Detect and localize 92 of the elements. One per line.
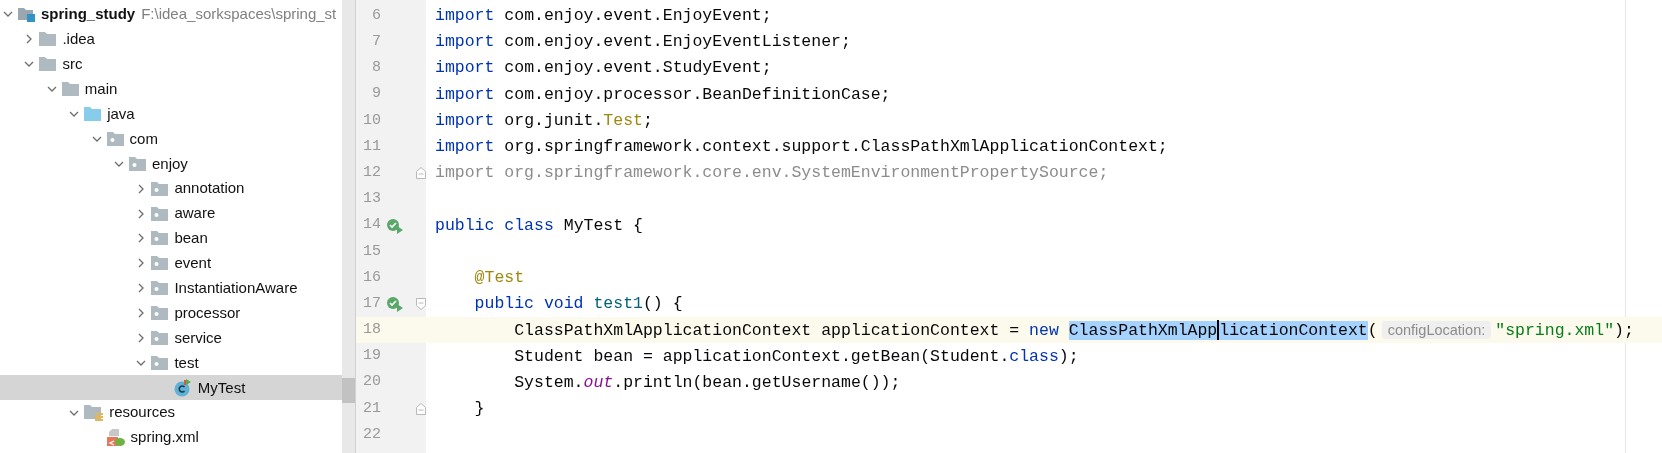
- package-folder-icon: [106, 131, 124, 146]
- class-icon: [173, 378, 192, 397]
- line-number: 22: [362, 424, 381, 445]
- line-number: 19: [362, 346, 381, 367]
- line-number: 11: [362, 136, 381, 157]
- tree-item-label: main: [84, 78, 118, 99]
- folder-icon: [61, 82, 79, 97]
- tree-item-label: bean: [174, 228, 208, 249]
- code-line: Student bean = applicationContext.getBean(Student.class);: [513, 345, 1079, 368]
- code-line: System.out.println(bean.getUsername());: [513, 371, 901, 394]
- tree-item-label: event: [174, 253, 212, 274]
- parameter-hint: configLocation:: [1381, 320, 1492, 339]
- tree-row[interactable]: .idea: [0, 26, 342, 52]
- run-test-icon[interactable]: [386, 217, 404, 234]
- line-number: 15: [362, 241, 381, 262]
- folder-icon: [39, 57, 57, 72]
- tree-item-label: java: [107, 103, 135, 124]
- line-number: 14: [362, 215, 381, 236]
- folder-icon: [84, 107, 102, 121]
- code-line: import org.springframework.core.env.SystemEnvironmentPropertySource;: [435, 162, 1109, 185]
- code-line: ClassPathXmlApplicationContext applicationContext = new ClassPathXmlApp licationContext( configLocation: "spring.xml");: [513, 319, 1634, 342]
- tree-row[interactable]: MyTest: [0, 375, 342, 401]
- tree-row[interactable]: java: [0, 101, 342, 127]
- code-line: }: [473, 397, 485, 420]
- tree-item-label: resources: [109, 402, 176, 423]
- module-folder-icon: [18, 6, 35, 23]
- code-line: public void test1() {: [473, 293, 683, 316]
- tree-row[interactable]: processor: [0, 300, 342, 326]
- code-line: import com.enjoy.event.StudyEvent;: [435, 57, 772, 80]
- code-line: import org.junit.Test;: [435, 109, 653, 132]
- scrollbar-thumb[interactable]: [342, 378, 355, 403]
- line-number: 18: [362, 320, 381, 341]
- code-line: import com.enjoy.processor.BeanDefinitionCase;: [435, 83, 891, 106]
- package-folder-icon: [129, 156, 146, 171]
- package-folder-icon: [151, 231, 169, 246]
- text-caret: [1217, 320, 1220, 341]
- folder-icon: [39, 32, 57, 47]
- tree-item-label: .idea: [62, 29, 95, 50]
- line-number: 9: [371, 84, 381, 105]
- tree-item-label: spring.xml: [130, 427, 199, 448]
- code-line: import com.enjoy.event.EnjoyEvent;: [435, 5, 772, 28]
- package-folder-icon: [151, 331, 169, 345]
- package-folder-icon: [151, 181, 169, 196]
- package-folder-icon: [151, 206, 169, 221]
- tree-item-label: spring_study: [41, 4, 136, 25]
- line-number: 10: [362, 110, 381, 131]
- tree-item-label: src: [62, 53, 83, 74]
- code-line: public class MyTest {: [435, 214, 643, 237]
- tree-item-label: com: [129, 128, 158, 149]
- tree-item-label: processor: [174, 302, 241, 323]
- tree-row[interactable]: annotation: [0, 176, 342, 202]
- code-line: import com.enjoy.event.EnjoyEventListener;: [435, 31, 851, 54]
- package-folder-icon: [151, 355, 169, 370]
- line-number: 6: [371, 5, 381, 26]
- tree-item-label: InstantiationAware: [174, 278, 298, 298]
- tree-row[interactable]: spring.xml: [0, 425, 342, 451]
- tree-item-label: enjoy: [152, 153, 188, 174]
- tree-row[interactable]: bean: [0, 226, 342, 251]
- tree-item-label: MyTest: [197, 377, 246, 398]
- tree-row[interactable]: service: [0, 325, 342, 351]
- tree-row[interactable]: com: [0, 126, 342, 152]
- run-test-icon[interactable]: [386, 296, 404, 313]
- tree-item-label: annotation: [174, 178, 245, 199]
- line-number: 21: [362, 398, 381, 419]
- line-number: 16: [362, 267, 381, 288]
- line-number: 20: [362, 372, 381, 393]
- code-line: @Test: [473, 266, 525, 289]
- tree-row[interactable]: InstantiationAware: [0, 275, 342, 301]
- line-number: 17: [362, 293, 381, 314]
- line-number: 13: [362, 189, 381, 210]
- line-number: 12: [362, 162, 381, 183]
- tree-item-label: aware: [174, 203, 216, 224]
- tree-row[interactable]: resources: [0, 400, 342, 426]
- xml-file-icon: [106, 429, 125, 447]
- line-number: 7: [371, 32, 381, 53]
- tree-row[interactable]: enjoy: [0, 151, 342, 177]
- package-folder-icon: [151, 256, 169, 271]
- scrollbar[interactable]: [342, 0, 356, 453]
- tree-item-label: test: [174, 352, 199, 373]
- tree-row[interactable]: spring_study F:\idea_sorkspaces\spring_st: [0, 2, 342, 27]
- code-line: import org.springframework.context.support.ClassPathXmlApplicationContext;: [435, 136, 1168, 159]
- line-number: 8: [371, 58, 381, 79]
- package-folder-icon: [151, 281, 169, 296]
- tree-row[interactable]: main: [0, 76, 342, 102]
- tree-row[interactable]: event: [0, 250, 342, 276]
- resources-folder-icon: [84, 404, 104, 421]
- tree-row[interactable]: src: [0, 51, 342, 77]
- tree-row[interactable]: aware: [0, 201, 342, 226]
- project-path: F:\idea_sorkspaces\spring_st: [141, 4, 337, 25]
- package-folder-icon: [151, 306, 169, 321]
- tree-row[interactable]: test: [0, 350, 342, 376]
- tree-item-label: service: [174, 327, 222, 348]
